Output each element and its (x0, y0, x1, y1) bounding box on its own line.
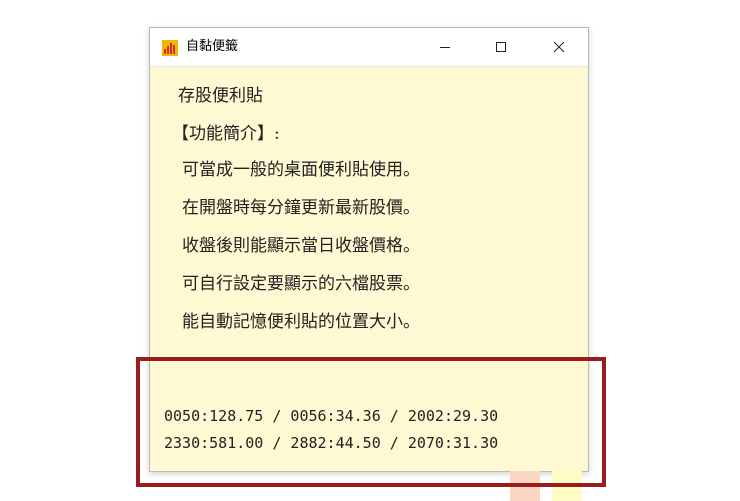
quote-line: 0050:128.75 / 0056:34.36 / 2002:29.30 (164, 407, 499, 425)
title-bar[interactable]: 自黏便籤 (150, 28, 588, 67)
color-swatch-yellow[interactable] (552, 471, 582, 501)
note-title: 存股便利貼 (178, 86, 263, 106)
section-heading: 【功能簡介】: (172, 124, 280, 144)
maximize-button[interactable] (478, 28, 524, 66)
minimize-icon (440, 47, 450, 48)
maximize-icon (496, 42, 506, 52)
minimize-button[interactable] (422, 28, 468, 66)
close-icon (553, 41, 565, 53)
sticky-note-window: 自黏便籤 存股便利貼 【功能簡介】: 可當成一般的桌面便利貼使用。 在開盤時每分… (149, 27, 589, 501)
feature-item: 可當成一般的桌面便利貼使用。 (182, 160, 420, 180)
quote-line: 2330:581.00 / 2882:44.50 / 2070:31.30 (164, 434, 499, 452)
window-title: 自黏便籤 (186, 39, 239, 54)
feature-item: 在開盤時每分鐘更新最新股價。 (182, 198, 420, 218)
note-content[interactable]: 存股便利貼 【功能簡介】: 可當成一般的桌面便利貼使用。 在開盤時每分鐘更新最新… (150, 67, 588, 501)
feature-list: 可當成一般的桌面便利貼使用。 在開盤時每分鐘更新最新股價。 收盤後則能顯示當日收… (182, 159, 420, 349)
feature-item: 能自動記憶便利貼的位置大小。 (182, 312, 420, 332)
feature-item: 可自行設定要顯示的六檔股票。 (182, 274, 420, 294)
color-swatch-salmon[interactable] (510, 471, 540, 501)
stock-quotes: 0050:128.75 / 0056:34.36 / 2002:29.30 233… (164, 403, 498, 457)
close-button[interactable] (536, 28, 582, 66)
feature-item: 收盤後則能顯示當日收盤價格。 (182, 236, 420, 256)
bar-chart-icon (162, 40, 178, 56)
